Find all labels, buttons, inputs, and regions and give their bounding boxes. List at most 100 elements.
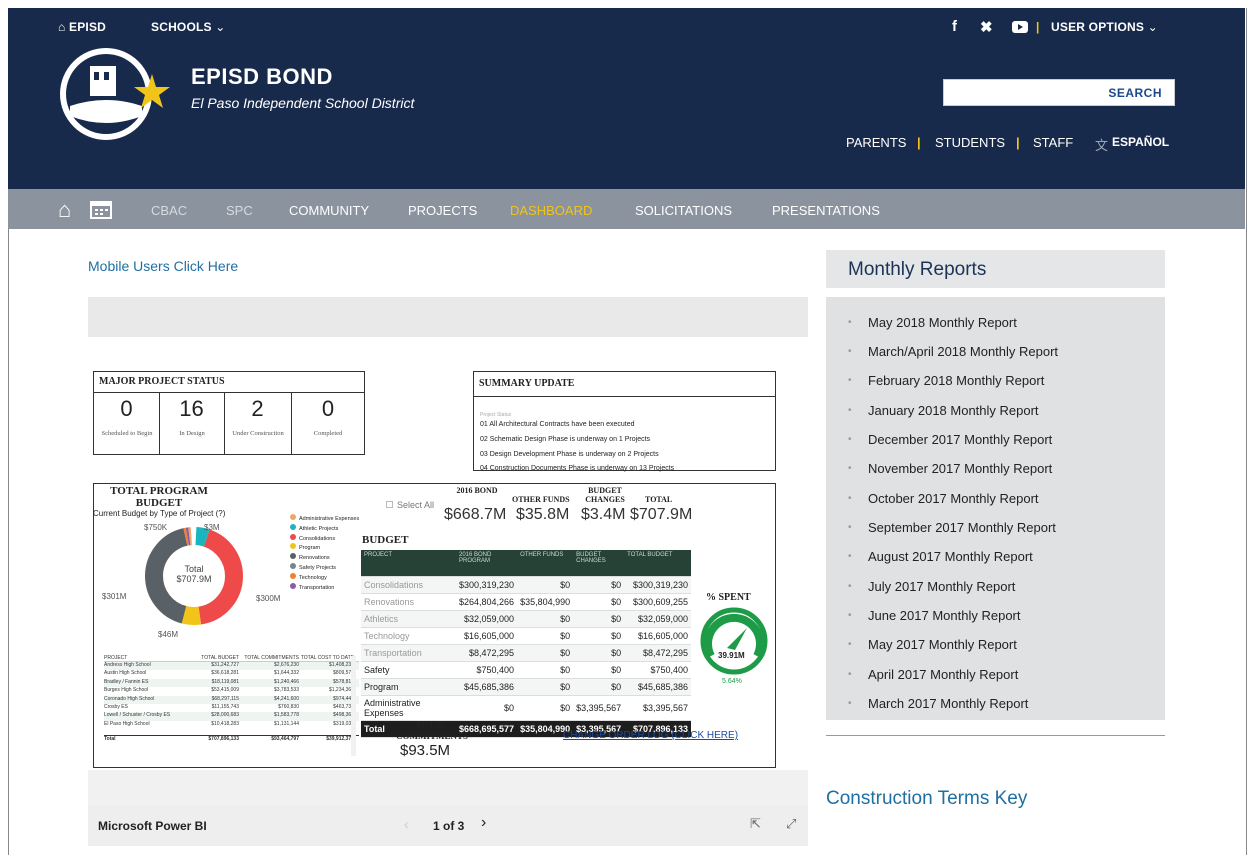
report-link[interactable]: August 2017 Monthly Report: [868, 549, 1033, 564]
legend-item: Transportation: [290, 582, 359, 593]
powerbi-brand: Microsoft Power BI: [98, 819, 207, 833]
kpi-header-changes: BUDGET CHANGES: [585, 486, 625, 504]
table-row: Lowell / Schuster / Crosby ES $28,000,683…: [104, 712, 359, 721]
next-page-button[interactable]: ›: [481, 814, 486, 832]
bullet-icon: •: [848, 463, 852, 474]
report-link[interactable]: January 2018 Monthly Report: [868, 403, 1039, 418]
audience-separator: |: [1016, 135, 1020, 150]
major-project-status-panel: MAJOR PROJECT STATUS 0 Scheduled to Begi…: [93, 371, 365, 455]
table-header: PROJECT: [361, 550, 456, 577]
site-title: EPISD BOND: [191, 64, 333, 89]
audience-staff[interactable]: STAFF: [1033, 135, 1073, 150]
chevron-down-icon: ⌄: [1147, 20, 1158, 34]
summary-small-label: Project Status: [480, 412, 512, 418]
nav-dashboard[interactable]: DASHBOARD: [510, 203, 592, 218]
bullet-icon: •: [848, 405, 852, 416]
report-link[interactable]: September 2017 Monthly Report: [868, 520, 1056, 535]
table-row: Renovations $264,804,266 $35,804,990 $0 $300…: [361, 593, 691, 611]
donut-label: $300M: [256, 594, 281, 603]
report-link[interactable]: December 2017 Monthly Report: [868, 432, 1052, 447]
home-icon[interactable]: ⌂: [58, 197, 71, 223]
fullscreen-icon[interactable]: ⤢: [786, 816, 796, 832]
search-input[interactable]: SEARCH: [943, 79, 1175, 106]
status-scheduled-value: 0: [120, 396, 133, 421]
audience-students[interactable]: STUDENTS: [935, 135, 1005, 150]
table-row: Transportation $8,472,295 $0 $0 $8,472,295: [361, 644, 691, 662]
table-row: Safety $750,400 $0 $0 $750,400: [361, 661, 691, 679]
powerbi-bottom-spacer: [88, 770, 808, 806]
summary-line: 04 Construction Documents Phase is under…: [480, 465, 675, 472]
report-link[interactable]: May 2017 Monthly Report: [868, 637, 1017, 652]
donut-label: $750K: [144, 523, 168, 532]
report-link[interactable]: February 2018 Monthly Report: [868, 373, 1044, 388]
user-options-menu[interactable]: USER OPTIONS ⌄: [1051, 20, 1158, 34]
calendar-icon[interactable]: [90, 199, 112, 222]
nav-presentations[interactable]: PRESENTATIONS: [772, 203, 880, 218]
language-toggle[interactable]: ESPAÑOL: [1112, 135, 1169, 149]
total-commitments-value: $93.5M: [400, 742, 451, 759]
main-nav: ⌂ CBAC SPC COMMUNITY PROJECTS DASHBOARD …: [8, 189, 1245, 229]
current-budget-label: Current Budget by Type of Project (?): [93, 509, 226, 518]
status-construction-label: Under Construction: [232, 430, 284, 437]
legend-item: Athletic Projects: [290, 523, 359, 534]
gauge-value: 39.91M: [718, 651, 745, 660]
kpi-value-bond: $668.7M: [444, 506, 507, 523]
facebook-icon[interactable]: f: [952, 18, 957, 35]
table-row: Burges High School $53,415,009 $3,783,533 $…: [104, 687, 354, 694]
powerbi-top-bar: [88, 297, 808, 337]
budget-panel: TOTAL PROGRAM BUDGET Current Budget by T…: [93, 483, 776, 768]
gauge-percent: 5.64%: [722, 678, 742, 685]
construction-terms-link[interactable]: Construction Terms Key: [826, 788, 1027, 810]
home-link[interactable]: ⌂ EPISD: [58, 20, 106, 34]
youtube-icon[interactable]: [1012, 20, 1028, 37]
schools-menu[interactable]: SCHOOLS ⌄: [151, 20, 226, 34]
status-scheduled-label: Scheduled to Begin: [101, 430, 153, 437]
report-link[interactable]: July 2017 Monthly Report: [868, 579, 1015, 594]
report-link[interactable]: March/April 2018 Monthly Report: [868, 344, 1058, 359]
audience-parents[interactable]: PARENTS: [846, 135, 906, 150]
nav-community[interactable]: COMMUNITY: [289, 203, 369, 218]
table-row: El Paso High School $10,418,283 $1,131,144…: [104, 720, 354, 727]
report-link[interactable]: May 2018 Monthly Report: [868, 315, 1017, 330]
donut-label: $3M: [204, 523, 220, 532]
kpi-value-other: $35.8M: [516, 506, 570, 523]
search-button[interactable]: SEARCH: [1108, 86, 1162, 100]
monthly-reports-header: Monthly Reports: [826, 250, 1165, 288]
report-link[interactable]: November 2017 Monthly Report: [868, 461, 1052, 476]
table-scrollbar[interactable]: [351, 656, 356, 756]
table-row: Athletics $32,059,000 $0 $0 $32,059,000: [361, 610, 691, 628]
report-link[interactable]: March 2017 Monthly Report: [868, 696, 1028, 711]
report-link[interactable]: October 2017 Monthly Report: [868, 491, 1039, 506]
project-cost-table: PROJECT TOTAL BUDGET TOTAL COMMITMENTS T…: [104, 644, 359, 745]
table-row: Consolidations $300,319,230 $0 $0 $300,319,2…: [361, 576, 691, 594]
header-separator: |: [1036, 20, 1040, 34]
home-icon: ⌂: [58, 20, 66, 34]
nav-projects[interactable]: PROJECTS: [408, 203, 477, 218]
nav-spc[interactable]: SPC: [226, 203, 253, 218]
twitter-icon[interactable]: ✖: [980, 18, 993, 36]
previous-page-button[interactable]: ‹: [404, 816, 409, 832]
change-order-log-link[interactable]: CHANGE ORDER LOG (CLICK HERE): [563, 730, 738, 741]
report-link[interactable]: April 2017 Monthly Report: [868, 667, 1018, 682]
table-total-row: Total $707,896,133 $93,464,797 $39,912,372: [104, 735, 359, 745]
status-construction-value: 2: [251, 396, 264, 421]
mobile-users-link[interactable]: Mobile Users Click Here: [88, 258, 238, 274]
donut-center-label: Total $707.9M: [176, 564, 212, 584]
table-header: TOTAL BUDGET: [624, 550, 691, 577]
report-link[interactable]: June 2017 Monthly Report: [868, 608, 1020, 623]
legend-item: Technology: [290, 572, 359, 583]
powerbi-report[interactable]: MAJOR PROJECT STATUS 0 Scheduled to Begi…: [88, 365, 778, 770]
select-all-checkbox[interactable]: Select All: [386, 500, 434, 510]
status-design-label: In Design: [179, 430, 205, 437]
nav-cbac[interactable]: CBAC: [151, 203, 187, 218]
site-subtitle: El Paso Independent School District: [191, 95, 415, 111]
table-header: 2016 BOND PROGRAM: [456, 550, 518, 577]
total-commitments-label: TOTAL COMMITMENTS: [396, 720, 468, 741]
share-icon[interactable]: ⇱: [750, 816, 761, 832]
nav-solicitations[interactable]: SOLICITATIONS: [635, 203, 732, 218]
pct-spent-title: % SPENT: [706, 592, 751, 603]
status-design-value: 16: [179, 396, 204, 421]
bullet-icon: •: [848, 669, 852, 680]
status-completed-value: 0: [321, 396, 335, 421]
total-program-budget-title: TOTAL PROGRAM BUDGET: [110, 485, 208, 509]
